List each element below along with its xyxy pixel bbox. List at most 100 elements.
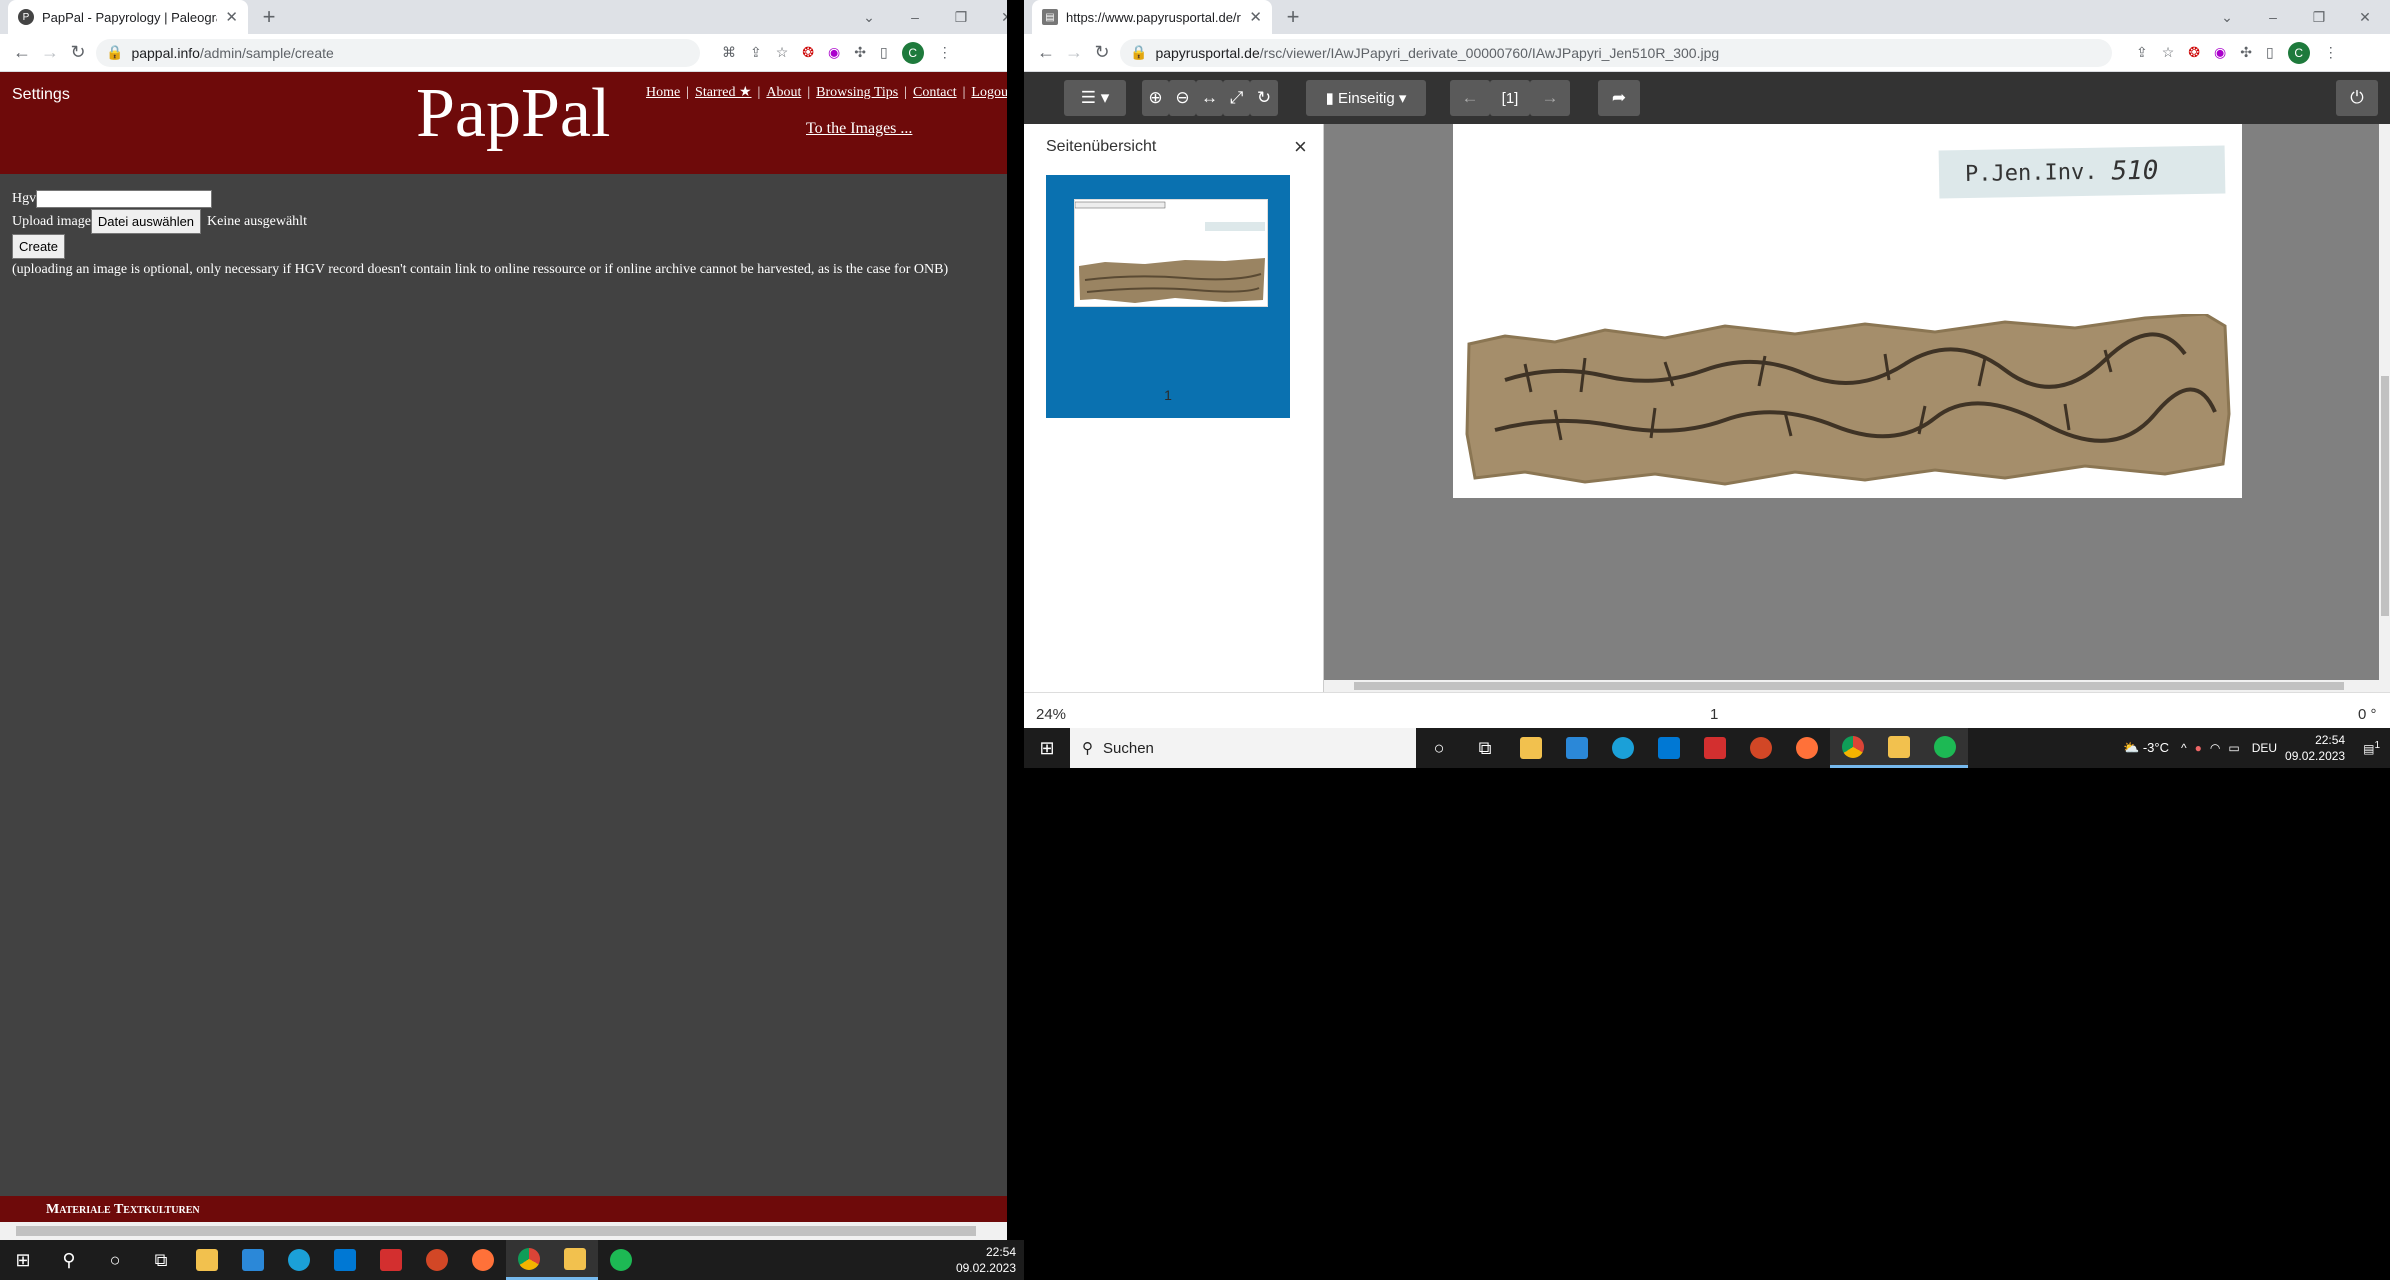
zoom-in-button[interactable]: ⊕ — [1142, 80, 1169, 116]
windows-start-icon[interactable]: ⊞ — [0, 1240, 46, 1280]
acrobat-icon[interactable] — [368, 1240, 414, 1280]
address-bar[interactable]: 🔒 papyrusportal.de/rsc/viewer/IAwJPapyri… — [1120, 38, 2112, 67]
extension-red-icon[interactable]: ❂ — [802, 44, 814, 61]
fit-screen-button[interactable]: ⤢ — [1223, 80, 1250, 116]
horizontal-scroll-thumb[interactable] — [16, 1226, 976, 1236]
previous-page-button[interactable]: ← — [1450, 80, 1490, 116]
nav-about[interactable]: About — [766, 85, 801, 100]
to-images-link[interactable]: To the Images ... — [806, 120, 912, 138]
nav-logout[interactable]: Logou — [971, 85, 1007, 100]
weather-widget[interactable]: ⛅ -3°C — [2115, 740, 2177, 756]
hgv-input[interactable] — [36, 189, 213, 208]
store-icon[interactable] — [230, 1240, 276, 1280]
extension-purple-icon[interactable]: ◉ — [828, 44, 840, 61]
viewer-horizontal-scroll-thumb[interactable] — [1354, 682, 2344, 690]
taskbar-search-box[interactable]: ⚲ Suchen — [1070, 728, 1416, 768]
extension-purple-icon[interactable]: ◉ — [2214, 44, 2226, 61]
back-icon[interactable]: ← — [1032, 42, 1060, 63]
chrome-icon[interactable] — [506, 1240, 552, 1280]
firefox-icon[interactable] — [1784, 728, 1830, 768]
close-sidebar-icon[interactable]: × — [1294, 134, 1307, 160]
new-tab-button[interactable]: + — [256, 4, 282, 30]
papyrus-image[interactable]: P.Jen.Inv. 510 — [1453, 124, 2242, 498]
menu-kebab-icon[interactable]: ⋮ — [938, 44, 952, 61]
bookmark-star-icon[interactable]: ☆ — [776, 44, 789, 61]
language-indicator[interactable]: DEU — [2244, 741, 2285, 755]
close-window-button[interactable]: ✕ — [984, 9, 1007, 26]
powerpoint-icon[interactable] — [1738, 728, 1784, 768]
translate-icon[interactable]: ⌘ — [722, 44, 736, 61]
forward-icon[interactable]: → — [36, 42, 64, 63]
nav-home[interactable]: Home — [646, 85, 680, 100]
forward-icon[interactable]: → — [1060, 42, 1088, 63]
rotate-button[interactable]: ↻ — [1250, 80, 1278, 116]
tab-search-icon[interactable]: ⌄ — [2204, 9, 2250, 26]
nav-starred[interactable]: Starred ★ — [695, 85, 751, 100]
spotify-icon[interactable] — [1922, 728, 1968, 768]
zoom-out-button[interactable]: ⊖ — [1169, 80, 1196, 116]
close-tab-icon[interactable]: ✕ — [225, 8, 238, 26]
reload-icon[interactable]: ↻ — [1088, 42, 1116, 63]
task-view-icon[interactable]: ⧉ — [138, 1240, 184, 1280]
power-button[interactable]: ⏻ — [2336, 80, 2378, 116]
next-page-button[interactable]: → — [1530, 80, 1570, 116]
share-icon[interactable]: ⇪ — [2136, 44, 2148, 61]
view-mode-dropdown[interactable]: ▮ Einseitig ▾ — [1306, 80, 1426, 116]
minimize-button[interactable]: – — [2250, 9, 2296, 25]
wifi-icon[interactable]: ◠ — [2206, 741, 2224, 755]
acrobat-icon[interactable] — [1692, 728, 1738, 768]
viewer-menu-button[interactable]: ☰ ▾ — [1064, 80, 1126, 116]
profile-avatar[interactable]: C — [901, 41, 924, 64]
tab-papyrusportal[interactable]: ▤ https://www.papyrusportal.de/rs ✕ — [1032, 0, 1272, 34]
battery-icon[interactable]: ▭ — [2224, 741, 2243, 755]
minimize-button[interactable]: – — [892, 9, 938, 25]
new-tab-button[interactable]: + — [1280, 4, 1306, 30]
nav-contact[interactable]: Contact — [913, 85, 957, 100]
file-manager-icon[interactable] — [552, 1240, 598, 1280]
edge-icon[interactable] — [276, 1240, 322, 1280]
restore-button[interactable]: ❐ — [2296, 9, 2342, 26]
nav-browsing-tips[interactable]: Browsing Tips — [816, 85, 898, 100]
tab-search-icon[interactable]: ⌄ — [846, 9, 892, 26]
reload-icon[interactable]: ↻ — [64, 42, 92, 63]
file-explorer-icon[interactable] — [184, 1240, 230, 1280]
powerpoint-icon[interactable] — [414, 1240, 460, 1280]
mail-icon[interactable] — [1646, 728, 1692, 768]
close-tab-icon[interactable]: ✕ — [1249, 8, 1262, 26]
share-icon[interactable]: ⇪ — [750, 44, 762, 61]
extension-red-icon[interactable]: ❂ — [2188, 44, 2200, 61]
bookmark-star-icon[interactable]: ☆ — [2162, 44, 2175, 61]
create-button[interactable]: Create — [12, 234, 66, 259]
extensions-puzzle-icon[interactable]: ✣ — [854, 44, 866, 61]
chrome-icon[interactable] — [1830, 728, 1876, 768]
file-explorer-icon[interactable] — [1508, 728, 1554, 768]
store-icon[interactable] — [1554, 728, 1600, 768]
search-icon[interactable]: ⚲ — [46, 1240, 92, 1280]
firefox-icon[interactable] — [460, 1240, 506, 1280]
page-thumbnail-selected[interactable]: 1 — [1046, 175, 1290, 418]
side-panel-icon[interactable]: ▯ — [2266, 44, 2274, 61]
cortana-icon[interactable]: ○ — [92, 1240, 138, 1280]
settings-link[interactable]: Settings — [12, 86, 70, 104]
share-button[interactable]: ➦ — [1598, 80, 1640, 116]
close-window-button[interactable]: ✕ — [2342, 9, 2388, 26]
choose-file-button[interactable]: Datei auswählen — [90, 209, 202, 234]
viewer-vertical-scroll-thumb[interactable] — [2381, 376, 2389, 616]
back-icon[interactable]: ← — [8, 42, 36, 63]
side-panel-icon[interactable]: ▯ — [880, 44, 888, 61]
profile-avatar[interactable]: C — [2287, 41, 2310, 64]
restore-button[interactable]: ❐ — [938, 9, 984, 26]
address-bar[interactable]: 🔒 pappal.info/admin/sample/create — [96, 38, 700, 67]
spotify-icon[interactable] — [598, 1240, 644, 1280]
extensions-puzzle-icon[interactable]: ✣ — [2240, 44, 2252, 61]
edge-icon[interactable] — [1600, 728, 1646, 768]
cortana-icon[interactable]: ○ — [1416, 728, 1462, 768]
show-hidden-icons-chevron[interactable]: ^ — [2177, 741, 2191, 755]
taskbar-clock[interactable]: 22:54 09.02.2023 — [2285, 732, 2353, 764]
file-manager-icon[interactable] — [1876, 728, 1922, 768]
image-canvas[interactable]: P.Jen.Inv. 510 — [1324, 124, 2390, 692]
task-view-icon[interactable]: ⧉ — [1462, 728, 1508, 768]
notification-center-icon[interactable]: ▤1 — [2353, 740, 2390, 756]
menu-kebab-icon[interactable]: ⋮ — [2324, 44, 2338, 61]
mail-icon[interactable] — [322, 1240, 368, 1280]
